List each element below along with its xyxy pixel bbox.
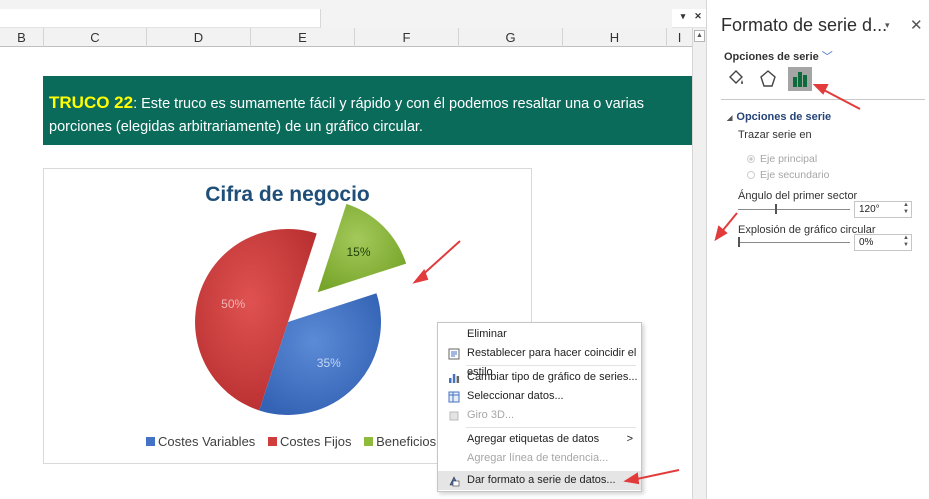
legend-item-beneficios: Beneficios	[364, 434, 436, 449]
menu-item-reset-style[interactable]: Restablecer para hacer coincidir el esti…	[438, 344, 641, 378]
format-pane: Formato de serie d... ▾ ✕ Opciones de se…	[706, 0, 929, 499]
format-series-icon	[449, 476, 460, 487]
legend-label: Beneficios	[376, 434, 437, 449]
angle-spinner[interactable]: 120° ▲ ▼	[854, 201, 912, 218]
legend-item-costes-variables: Costes Variables	[146, 434, 255, 449]
effects-icon[interactable]	[756, 67, 780, 91]
menu-item-add-data-labels[interactable]: Agregar etiquetas de datos >	[438, 430, 641, 449]
fill-line-icon[interactable]	[724, 67, 748, 91]
menu-separator	[466, 427, 636, 428]
menu-item-label: Eliminar	[467, 328, 507, 340]
explosion-slider-thumb[interactable]	[738, 237, 740, 247]
legend-swatch	[146, 437, 155, 446]
explosion-spinner[interactable]: 0% ▲ ▼	[854, 234, 912, 251]
menu-item-label: Giro 3D...	[467, 409, 515, 421]
radio-button[interactable]	[747, 155, 755, 163]
explosion-value: 0%	[859, 237, 874, 248]
angle-slider-thumb[interactable]	[775, 204, 778, 214]
menu-item-change-chart-type[interactable]: Cambiar tipo de gráfico de series...	[438, 368, 641, 387]
menu-item-label: Agregar línea de tendencia...	[467, 452, 609, 464]
chevron-down-icon: ﹀	[821, 51, 833, 63]
pane-options-dropdown-icon[interactable]: ▾	[885, 20, 890, 31]
spinner-arrows-icon[interactable]: ▲ ▼	[903, 202, 909, 216]
radio-label: Eje secundario	[760, 169, 830, 181]
pane-subtitle-dropdown[interactable]: Opciones de serie ﹀	[724, 48, 833, 64]
section-series-options[interactable]: ◢ Opciones de serie	[727, 111, 831, 123]
pane-subtitle-label: Opciones de serie	[724, 51, 819, 63]
pane-title: Formato de serie d...	[721, 15, 888, 35]
menu-item-delete[interactable]: Eliminar	[438, 325, 641, 344]
menu-item-add-trendline[interactable]: Agregar línea de tendencia...	[438, 449, 641, 468]
collapse-triangle-icon: ◢	[727, 115, 733, 122]
menu-item-format-data-series[interactable]: Dar formato a serie de datos...	[438, 471, 641, 490]
radio-label: Eje principal	[760, 153, 818, 165]
menu-item-label: Agregar etiquetas de datos	[467, 433, 600, 445]
series-options-icon[interactable]	[788, 67, 812, 91]
menu-item-label: Dar formato a serie de datos...	[467, 474, 616, 486]
chart-type-icon	[449, 374, 460, 383]
legend-label: Costes Fijos	[279, 434, 352, 449]
reset-style-icon	[448, 348, 460, 360]
menu-separator	[466, 365, 636, 366]
radio-button[interactable]	[747, 171, 755, 179]
menu-item-label: Seleccionar datos...	[467, 390, 564, 402]
pane-divider	[721, 99, 925, 100]
spinner-arrows-icon[interactable]: ▲ ▼	[903, 235, 909, 249]
legend-label: Costes Variables	[158, 434, 256, 449]
rotation-3d-icon	[449, 411, 459, 421]
data-label: 35%	[316, 355, 341, 370]
data-label: 15%	[346, 244, 371, 259]
menu-item-select-data[interactable]: Seleccionar datos...	[438, 387, 641, 406]
legend-item-costes-fijos: Costes Fijos	[267, 434, 352, 449]
context-menu: Eliminar Restablecer para hacer coincidi…	[437, 322, 642, 492]
plot-series-on-label: Trazar serie en	[738, 129, 812, 141]
radio-secondary-axis[interactable]: Eje secundario	[747, 169, 829, 181]
menu-item-3d-rotation[interactable]: Giro 3D...	[438, 406, 641, 425]
angle-slider[interactable]	[738, 209, 850, 210]
chart-legend[interactable]: Costes Variables Costes Fijos Beneficios	[146, 434, 445, 450]
legend-swatch	[364, 437, 374, 446]
first-slice-angle-label: Ángulo del primer sector	[738, 190, 858, 202]
select-data-icon	[448, 391, 460, 403]
explosion-slider[interactable]	[738, 242, 850, 243]
pane-close-icon[interactable]: ✕	[910, 16, 923, 34]
data-label: 50%	[221, 297, 246, 312]
section-title: Opciones de serie	[736, 111, 832, 123]
angle-value: 120°	[859, 204, 880, 215]
radio-primary-axis[interactable]: Eje principal	[747, 153, 817, 165]
submenu-chevron-icon: >	[626, 433, 633, 445]
menu-item-label: Cambiar tipo de gráfico de series...	[467, 371, 638, 383]
legend-swatch	[267, 437, 277, 446]
